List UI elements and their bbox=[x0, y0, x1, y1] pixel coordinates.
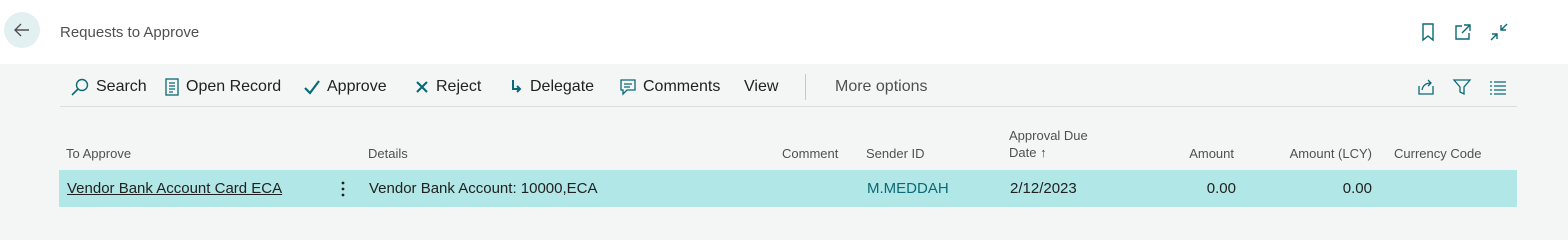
open-new-window-icon[interactable] bbox=[1453, 22, 1473, 42]
comments-label: Comments bbox=[643, 78, 721, 95]
column-header-currency-code[interactable]: Currency Code bbox=[1394, 145, 1481, 162]
column-header-comment[interactable]: Comment bbox=[782, 145, 838, 162]
comments-button[interactable]: Comments bbox=[619, 77, 720, 97]
column-header-approval-due-date[interactable]: Approval Due Date ↑ bbox=[1009, 127, 1088, 161]
bookmark-icon[interactable] bbox=[1418, 22, 1438, 42]
reject-button[interactable]: Reject bbox=[414, 77, 481, 97]
filter-icon[interactable] bbox=[1452, 77, 1472, 97]
checkmark-icon bbox=[304, 80, 320, 95]
approve-label: Approve bbox=[327, 78, 387, 95]
view-button[interactable]: View bbox=[744, 77, 778, 97]
open-record-label: Open Record bbox=[186, 78, 282, 95]
column-header-to-approve[interactable]: To Approve bbox=[66, 145, 131, 162]
page-title: Requests to Approve bbox=[60, 24, 200, 41]
share-icon[interactable] bbox=[1416, 77, 1436, 97]
to-approve-link[interactable]: Vendor Bank Account Card ECA bbox=[67, 180, 282, 197]
search-icon bbox=[71, 78, 89, 96]
back-arrow-icon bbox=[14, 23, 29, 37]
approve-button[interactable]: Approve bbox=[303, 77, 387, 97]
column-header-sender-id[interactable]: Sender ID bbox=[866, 145, 925, 162]
amount-cell: 0.00 bbox=[1206, 180, 1236, 197]
open-record-icon bbox=[165, 78, 179, 96]
column-header-due-date-line2: Date ↑ bbox=[1009, 144, 1088, 161]
due-date-cell: 2/12/2023 bbox=[1010, 180, 1077, 197]
comment-icon bbox=[620, 79, 636, 96]
delegate-arrow-icon bbox=[512, 80, 522, 93]
more-options-label: More options bbox=[835, 78, 928, 95]
column-header-amount[interactable]: Amount bbox=[1154, 145, 1234, 162]
search-label: Search bbox=[96, 78, 147, 95]
delegate-label: Delegate bbox=[530, 78, 595, 95]
more-options-button[interactable]: More options bbox=[835, 77, 928, 97]
column-header-due-date-line1: Approval Due bbox=[1009, 128, 1088, 143]
search-button[interactable]: Search bbox=[70, 77, 147, 97]
details-cell: Vendor Bank Account: 10000,ECA bbox=[369, 180, 598, 197]
collapse-icon[interactable] bbox=[1489, 22, 1509, 42]
list-view-icon[interactable] bbox=[1488, 77, 1508, 97]
open-record-button[interactable]: Open Record bbox=[164, 77, 281, 97]
delegate-button[interactable]: Delegate bbox=[508, 77, 594, 97]
reject-label: Reject bbox=[436, 78, 482, 95]
close-icon bbox=[416, 81, 428, 93]
amount-lcy-cell: 0.00 bbox=[1342, 180, 1372, 197]
row-actions-menu[interactable] bbox=[334, 179, 352, 199]
column-header-details[interactable]: Details bbox=[368, 145, 408, 162]
action-toolbar: Search Open Record Approve Reject Delega… bbox=[60, 68, 1517, 107]
page-header: Requests to Approve bbox=[0, 0, 1568, 64]
more-vertical-icon bbox=[341, 181, 345, 197]
back-button[interactable] bbox=[4, 12, 40, 48]
due-date-label: Date bbox=[1009, 145, 1037, 160]
toolbar-divider bbox=[805, 74, 806, 100]
sort-ascending-icon: ↑ bbox=[1040, 145, 1047, 160]
column-header-amount-lcy[interactable]: Amount (LCY) bbox=[1272, 145, 1372, 162]
view-label: View bbox=[744, 78, 779, 95]
sender-id-cell[interactable]: M.MEDDAH bbox=[867, 180, 949, 197]
table-row[interactable]: Vendor Bank Account Card ECA Vendor Bank… bbox=[59, 170, 1517, 207]
